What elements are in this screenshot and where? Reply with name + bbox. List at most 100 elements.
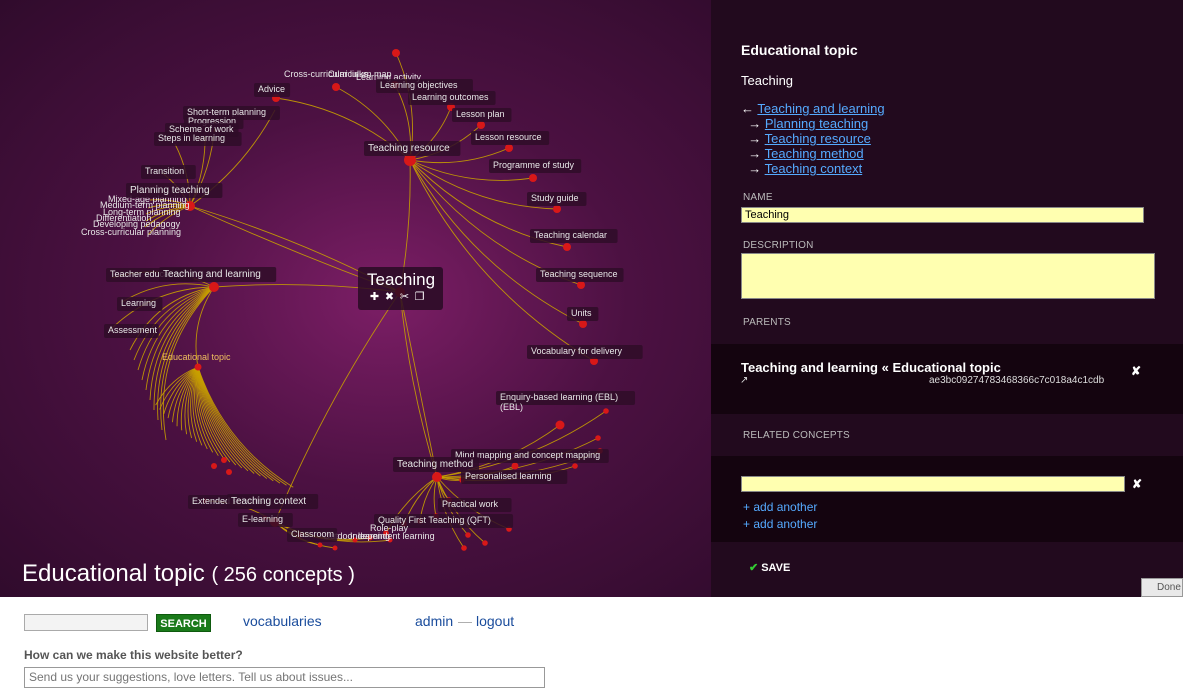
add-another-link[interactable]: + add another — [743, 500, 817, 514]
graph-node-label[interactable]: Teaching resource — [368, 143, 450, 154]
right-arrow-icon: → — [748, 146, 762, 161]
graph-node-label[interactable]: Learning — [121, 298, 156, 308]
save-button[interactable]: ✔ SAVE — [749, 561, 790, 574]
graph-node-label[interactable]: Units — [571, 308, 592, 318]
cut-icon[interactable]: ✂ — [399, 291, 410, 303]
graph-node-label[interactable]: Transition — [145, 166, 184, 176]
parent-item-hash: ae3bc09274783468366c7c018a4c1cdb — [929, 375, 1105, 386]
graph-node[interactable] — [511, 462, 519, 470]
graph-node[interactable] — [572, 463, 578, 469]
graph-edge — [399, 291, 438, 478]
delete-icon[interactable]: ✖ — [384, 291, 395, 303]
graph-node[interactable] — [211, 463, 217, 469]
graph-node-label[interactable]: Learning outcomes — [412, 92, 489, 102]
graph-node[interactable] — [595, 435, 601, 441]
related-concept-field[interactable] — [741, 476, 1125, 492]
search-button[interactable]: SEARCH — [156, 614, 211, 632]
graph-edge — [162, 286, 215, 441]
graph-node[interactable] — [221, 457, 227, 463]
graph-node[interactable] — [603, 408, 609, 414]
graph-node-label[interactable]: Vocabulary for delivery — [531, 346, 623, 356]
child-link[interactable]: Teaching resource — [765, 131, 871, 146]
graph-node[interactable] — [577, 281, 585, 289]
graph-node-label[interactable]: Teaching method — [397, 459, 473, 470]
graph-node[interactable] — [332, 545, 338, 551]
admin-link[interactable]: admin — [415, 613, 453, 629]
graph-node-label[interactable]: (EBL) — [500, 402, 523, 412]
description-field[interactable] — [741, 253, 1155, 299]
child-link[interactable]: Teaching method — [765, 146, 864, 161]
graph-node[interactable] — [226, 469, 232, 475]
graph-node[interactable] — [563, 243, 571, 251]
feedback-field[interactable] — [24, 667, 545, 688]
graph-node-label[interactable]: Enquiry-based learning (EBL) — [500, 392, 618, 402]
selected-node-label: Teaching — [367, 270, 436, 289]
graph-node[interactable] — [505, 144, 513, 152]
logout-link[interactable]: logout — [476, 613, 514, 629]
add-another-link[interactable]: + add another — [743, 517, 817, 531]
graph-node-label[interactable]: Teaching and learning — [163, 269, 261, 280]
separator: — — [458, 613, 472, 629]
graph-node[interactable] — [553, 205, 561, 213]
child-link[interactable]: Teaching context — [765, 161, 863, 176]
description-label: DESCRIPTION — [743, 240, 814, 251]
graph-node-label[interactable]: Learning objectives — [380, 80, 458, 90]
graph-node[interactable] — [194, 363, 202, 371]
graph-node-label[interactable]: Classroom — [291, 529, 334, 539]
graph-node[interactable] — [209, 282, 219, 292]
copy-icon[interactable]: ❐ — [414, 291, 425, 303]
up-arrow-icon: ← — [741, 101, 754, 116]
right-arrow-icon: → — [748, 161, 762, 176]
name-field[interactable] — [741, 207, 1144, 223]
graph-node-label[interactable]: E-learning — [242, 514, 283, 524]
graph-node-label[interactable]: Cross-curricular planning — [81, 227, 181, 237]
graph-node-label[interactable]: Advice — [258, 84, 285, 94]
vocabularies-link[interactable]: vocabularies — [243, 613, 322, 629]
graph-canvas[interactable]: Cross-curricular linksCurriculum mapLear… — [0, 0, 711, 597]
parents-label: PARENTS — [743, 317, 791, 328]
graph-node-label[interactable]: Programme of study — [493, 160, 575, 170]
remove-parent-icon[interactable]: ✘ — [1131, 364, 1141, 378]
graph-node[interactable] — [482, 540, 488, 546]
graph-node-label[interactable]: Educational topic — [162, 352, 231, 362]
graph-node-label[interactable]: Lesson plan — [456, 109, 505, 119]
graph-edge — [274, 291, 401, 523]
graph-node-label[interactable]: Study guide — [531, 193, 579, 203]
save-label: SAVE — [761, 562, 791, 574]
graph-node[interactable] — [555, 420, 565, 430]
graph-node-label[interactable]: Practical work — [442, 499, 499, 509]
parent-item-title: Teaching and learning « Educational topi… — [741, 360, 1001, 375]
done-button[interactable]: Done — [1141, 578, 1183, 597]
concept-hierarchy: ← Teaching and learning → Planning teach… — [741, 101, 885, 176]
graph-node-label[interactable]: Planning teaching — [130, 185, 210, 196]
graph-node[interactable] — [317, 542, 323, 548]
graph-node-label[interactable]: Teaching sequence — [540, 269, 618, 279]
graph-node[interactable] — [461, 545, 467, 551]
graph-node[interactable] — [477, 121, 485, 129]
graph-node[interactable] — [432, 472, 442, 482]
selected-node[interactable]: Teaching ✚ ✖ ✂ ❐ — [358, 267, 443, 310]
graph-node-label[interactable]: Personalised learning — [465, 471, 552, 481]
child-link[interactable]: Planning teaching — [765, 116, 868, 131]
graph-node-label[interactable]: Independent learning — [350, 531, 435, 541]
graph-node[interactable] — [529, 174, 537, 182]
check-icon: ✔ — [749, 562, 759, 574]
graph-node[interactable] — [392, 49, 400, 57]
concept-graph[interactable]: Cross-curricular links Curriculum map Lear… — [0, 0, 711, 597]
graph-node[interactable] — [579, 320, 587, 328]
related-concepts-label: RELATED CONCEPTS — [743, 430, 850, 441]
concept-name: Teaching — [741, 73, 794, 88]
graph-node-label[interactable]: Teaching calendar — [534, 230, 607, 240]
graph-node-label[interactable]: Lesson resource — [475, 132, 542, 142]
external-link-icon[interactable]: ↗ — [740, 375, 748, 386]
graph-title: Educational topic ( 256 concepts ) — [22, 560, 355, 588]
graph-node[interactable] — [465, 532, 471, 538]
graph-node[interactable] — [332, 83, 340, 91]
graph-node-label[interactable]: Assessment — [108, 325, 158, 335]
parent-link[interactable]: Teaching and learning — [757, 101, 884, 116]
graph-node-label[interactable]: Teaching context — [231, 496, 306, 507]
search-input[interactable] — [24, 614, 148, 631]
plus-icon[interactable]: ✚ — [369, 291, 380, 303]
remove-related-icon[interactable]: ✘ — [1132, 477, 1142, 491]
graph-node-label[interactable]: Steps in learning — [158, 133, 225, 143]
